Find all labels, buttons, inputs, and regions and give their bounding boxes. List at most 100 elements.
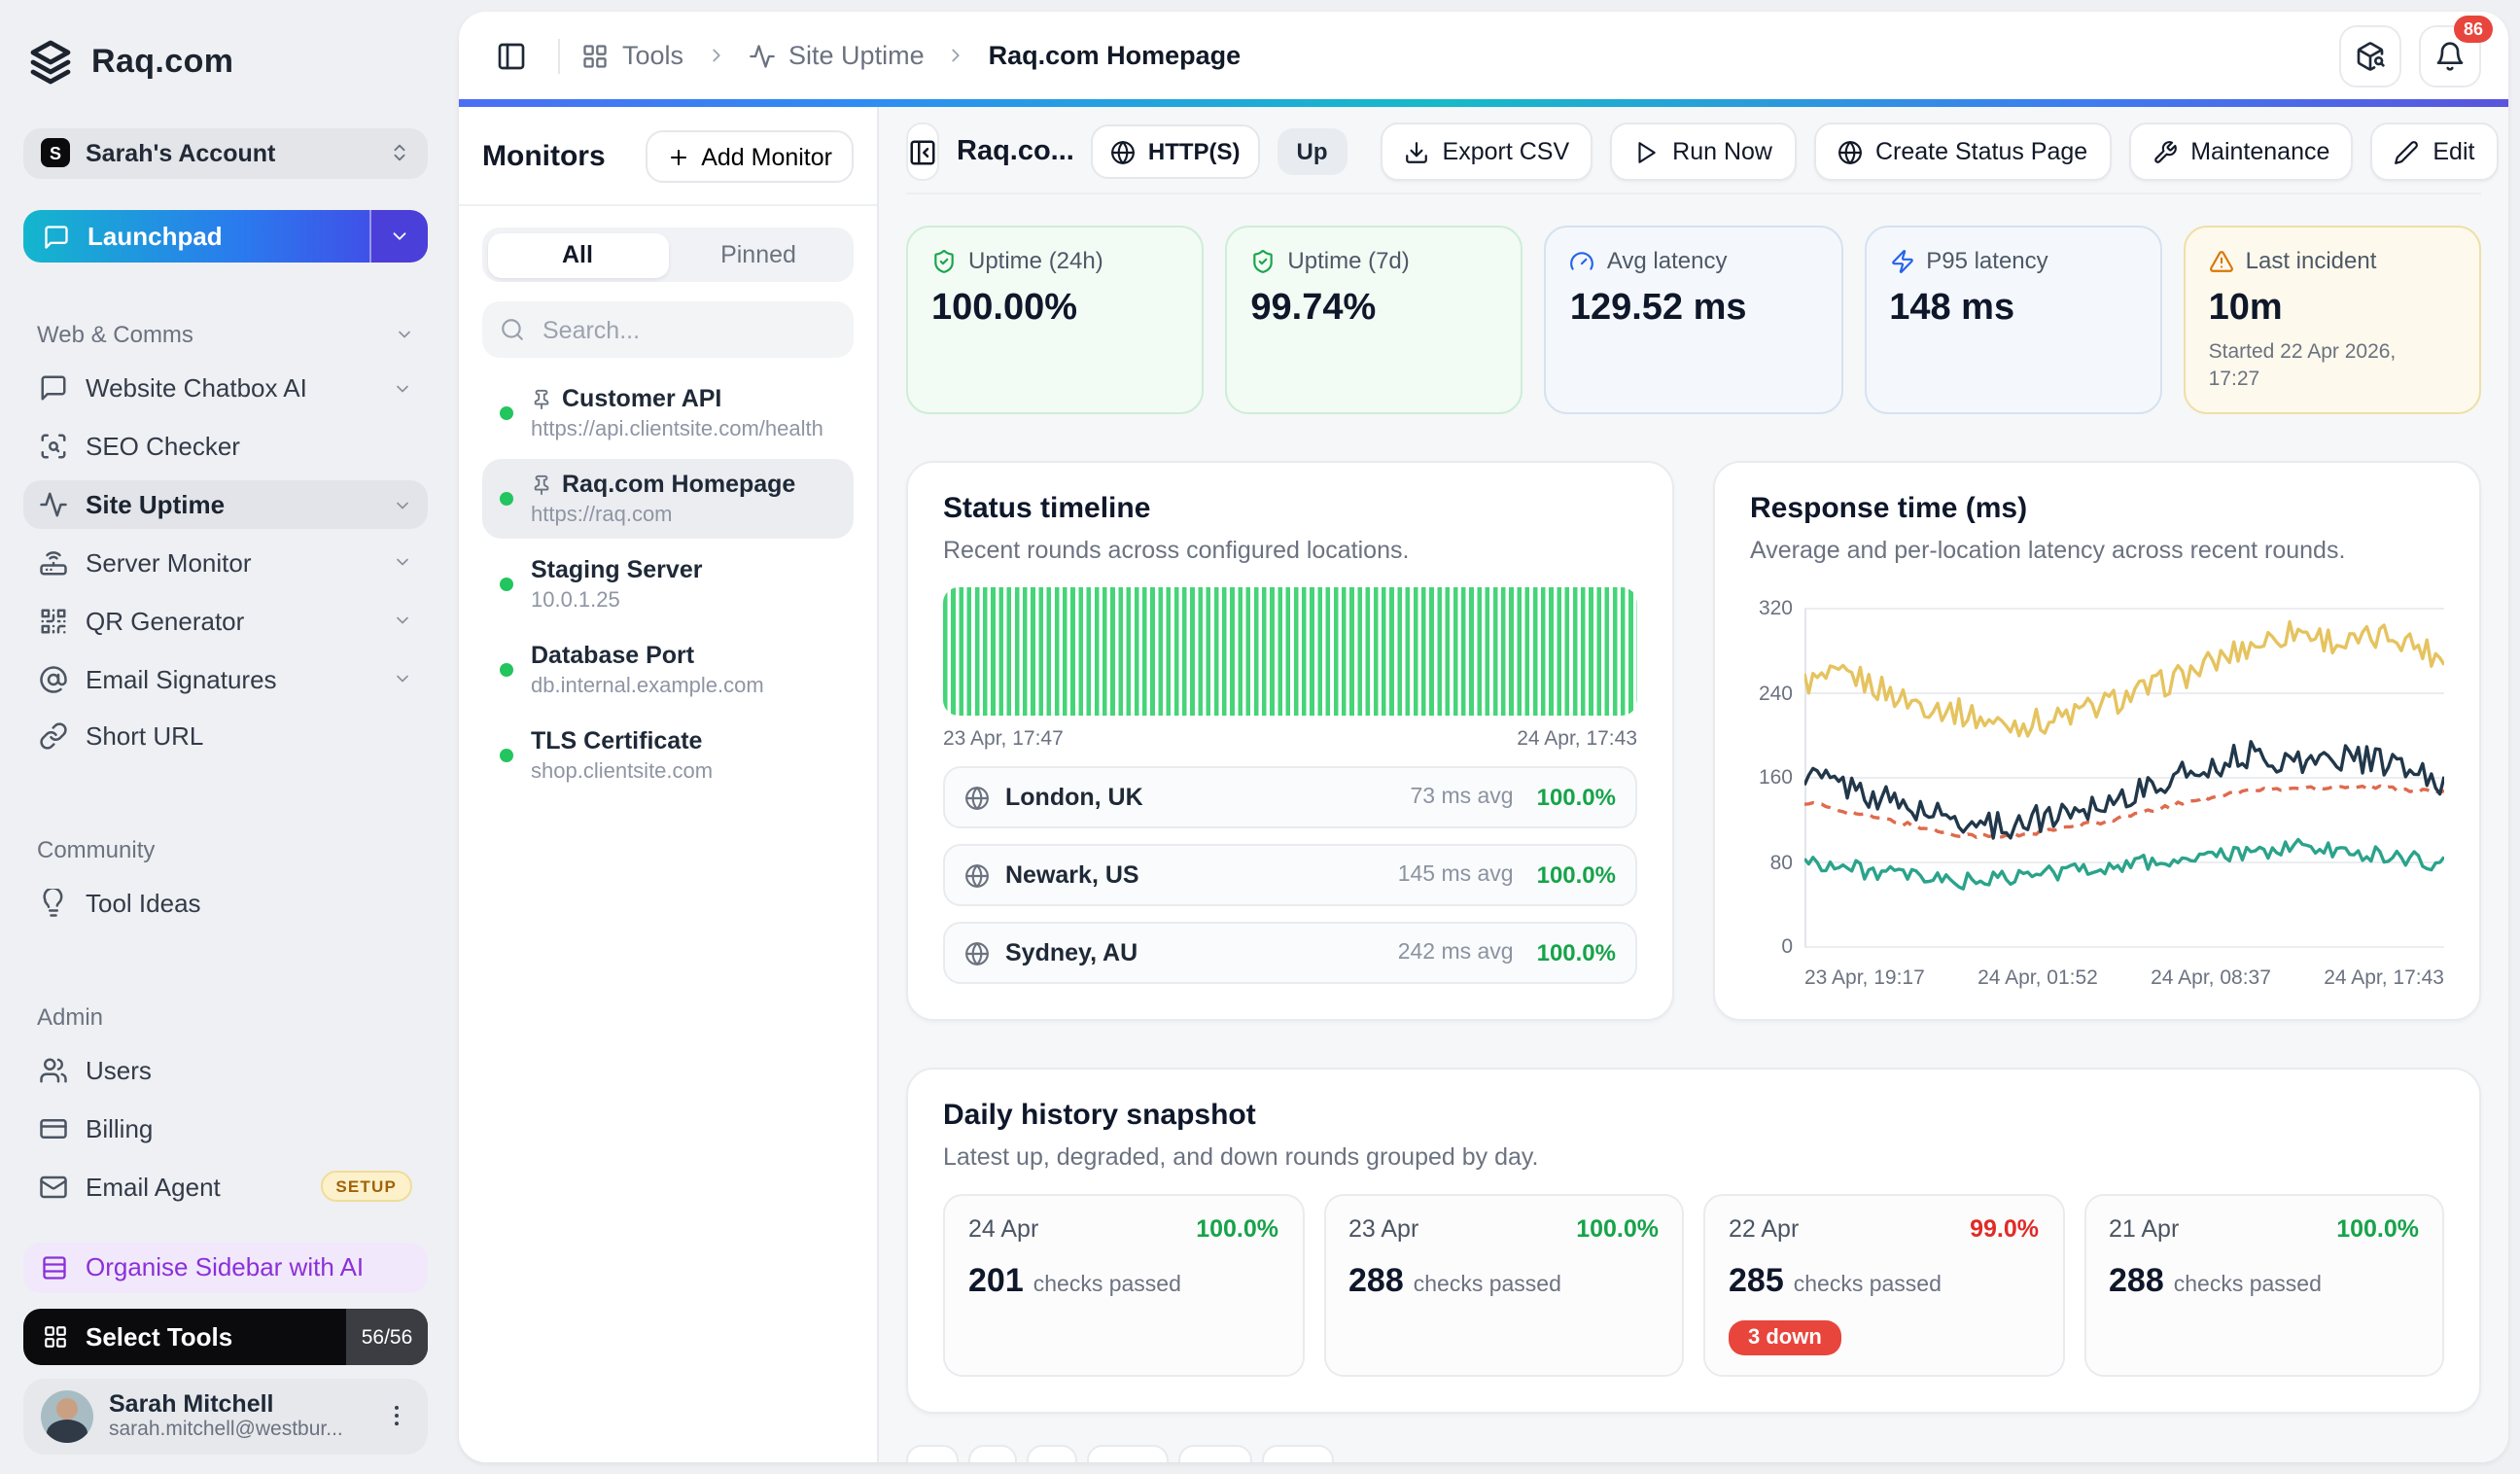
cut-off-chip[interactable] <box>1262 1446 1334 1462</box>
monitor-url: 10.0.1.25 <box>531 589 702 613</box>
select-tools-button[interactable]: Select Tools 56/56 <box>23 1310 428 1365</box>
export-csv-button[interactable]: Export CSV <box>1381 123 1593 181</box>
sidebar-toggle-button[interactable] <box>486 30 537 81</box>
sidebar-item-qr-generator[interactable]: QR Generator <box>23 597 428 646</box>
monitor-name: Database Port <box>531 642 694 669</box>
user-name: Sarah Mitchell <box>109 1391 368 1419</box>
sidebar-item-email-agent[interactable]: Email Agent SETUP <box>23 1163 428 1211</box>
select-tools-label: Select Tools <box>86 1322 232 1351</box>
main-panel: Tools Site Uptime Raq.com Homepage 86 <box>459 12 2508 1462</box>
sidebar-item-seo-checker[interactable]: SEO Checker <box>23 423 428 472</box>
sidebar-item-short-url[interactable]: Short URL <box>23 713 428 761</box>
account-avatar: S <box>41 139 70 168</box>
cut-off-chip[interactable] <box>906 1446 959 1462</box>
monitor-name: Raq.com Homepage <box>562 471 795 498</box>
monitors-title: Monitors <box>482 140 606 173</box>
sidebar-item-billing[interactable]: Billing <box>23 1105 428 1153</box>
tab-all[interactable]: All <box>487 232 668 277</box>
organise-sidebar-button[interactable]: Organise Sidebar with AI <box>23 1242 428 1293</box>
app-root: Raq.com S Sarah's Account Launchpad Web … <box>0 0 2520 1474</box>
monitor-item-database-port[interactable]: Database Port db.internal.example.com <box>482 630 854 710</box>
status-dot-up <box>500 663 513 677</box>
button-label: Create Status Page <box>1875 138 2087 165</box>
play-icon <box>1633 139 1659 164</box>
section-label: Admin <box>37 1003 103 1031</box>
run-now-button[interactable]: Run Now <box>1610 123 1796 181</box>
launchpad-main[interactable]: Launchpad <box>23 210 369 263</box>
monitor-url: shop.clientsite.com <box>531 760 713 784</box>
monitor-search[interactable] <box>482 301 854 358</box>
card-title: Response time (ms) <box>1750 493 2444 526</box>
sidebar-item-server-monitor[interactable]: Server Monitor <box>23 539 428 587</box>
day-date: 23 Apr <box>1348 1216 1418 1244</box>
sidebar-item-users[interactable]: Users <box>23 1046 428 1095</box>
search-input[interactable] <box>539 314 836 345</box>
sidebar-item-label: Users <box>86 1056 152 1085</box>
collapse-list-button[interactable] <box>906 123 939 181</box>
stat-last-incident: Last incident 10m Started 22 Apr 2026, 1… <box>2184 226 2481 415</box>
day-date: 22 Apr <box>1729 1216 1799 1244</box>
sidebar-item-website-chatbox-ai[interactable]: Website Chatbox AI <box>23 365 428 413</box>
cut-off-chip[interactable] <box>1087 1446 1169 1462</box>
maintenance-button[interactable]: Maintenance <box>2128 123 2353 181</box>
panel-left-close-icon <box>908 137 937 166</box>
status-dot-up <box>500 492 513 506</box>
user-card[interactable]: Sarah Mitchell sarah.mitchell@westbur... <box>23 1379 428 1455</box>
launchpad-caret[interactable] <box>369 210 428 263</box>
status-dot-up <box>500 406 513 420</box>
monitor-item-raq-homepage[interactable]: Raq.com Homepage https://raq.com <box>482 459 854 539</box>
sidebar-item-email-signatures[interactable]: Email Signatures <box>23 654 428 703</box>
sidebar-item-label: Website Chatbox AI <box>86 374 307 404</box>
chevron-right-icon <box>705 45 726 66</box>
brand-name: Raq.com <box>91 43 233 82</box>
sidebar-item-label: Billing <box>86 1114 153 1143</box>
day-date: 24 Apr <box>968 1216 1038 1244</box>
monitor-detail: Raq.co... HTTP(S) Up Export CSV Run Now <box>879 107 2508 1462</box>
card-subtitle: Latest up, degraded, and down rounds gro… <box>943 1144 2444 1172</box>
package-search-button[interactable] <box>2339 24 2401 87</box>
day-card-21-apr: 21 Apr 100.0% 288 checks passed <box>2083 1195 2444 1378</box>
stat-value: 148 ms <box>1889 288 2136 331</box>
y-tick-label: 0 <box>1781 936 1793 960</box>
add-monitor-button[interactable]: Add Monitor <box>645 130 854 183</box>
breadcrumb-tools[interactable]: Tools <box>581 41 683 70</box>
monitor-item-tls-certificate[interactable]: TLS Certificate shop.clientsite.com <box>482 716 854 795</box>
cut-off-chip[interactable] <box>1027 1446 1077 1462</box>
location-uptime: 100.0% <box>1537 940 1616 967</box>
breadcrumb-site-uptime[interactable]: Site Uptime <box>748 41 925 70</box>
chart-plot <box>1804 588 2444 958</box>
launchpad-button[interactable]: Launchpad <box>23 210 428 263</box>
status-timeline-card: Status timeline Recent rounds across con… <box>906 462 1674 1022</box>
protocol-pill[interactable]: HTTP(S) <box>1092 124 1260 179</box>
chat-icon <box>39 374 68 404</box>
day-card-24-apr: 24 Apr 100.0% 201 checks passed <box>943 1195 1304 1378</box>
activity-icon <box>748 42 775 69</box>
edit-button[interactable]: Edit <box>2370 123 2498 181</box>
stat-label: Avg latency <box>1607 247 1728 274</box>
day-checks-label: checks passed <box>2174 1275 2322 1298</box>
day-checks-label: checks passed <box>1414 1275 1561 1298</box>
tab-pinned[interactable]: Pinned <box>668 232 849 277</box>
select-tools-main[interactable]: Select Tools <box>23 1310 346 1365</box>
account-switcher[interactable]: S Sarah's Account <box>23 128 428 179</box>
monitors-tabs: All Pinned <box>482 228 854 282</box>
message-icon <box>43 223 70 250</box>
sidebar-item-tool-ideas[interactable]: Tool Ideas <box>23 880 428 929</box>
monitor-item-customer-api[interactable]: Customer API https://api.clientsite.com/… <box>482 373 854 453</box>
notifications-button[interactable]: 86 <box>2419 24 2481 87</box>
section-web-comms[interactable]: Web & Comms <box>37 322 414 349</box>
select-tools-count: 56/56 <box>346 1310 428 1365</box>
stat-label: Uptime (7d) <box>1287 247 1409 274</box>
cut-off-chip[interactable] <box>968 1446 1017 1462</box>
cut-off-chip[interactable] <box>1178 1446 1252 1462</box>
status-dot-up <box>500 749 513 762</box>
monitor-item-staging-server[interactable]: Staging Server 10.0.1.25 <box>482 544 854 624</box>
kebab-menu-icon[interactable] <box>383 1403 410 1430</box>
breadcrumb-label: Tools <box>622 41 683 70</box>
monitor-list: Customer API https://api.clientsite.com/… <box>482 373 854 795</box>
create-status-page-button[interactable]: Create Status Page <box>1813 123 2111 181</box>
download-icon <box>1404 139 1429 164</box>
section-admin: Admin <box>37 1003 414 1031</box>
sidebar-item-site-uptime[interactable]: Site Uptime <box>23 480 428 529</box>
avatar <box>41 1390 93 1443</box>
